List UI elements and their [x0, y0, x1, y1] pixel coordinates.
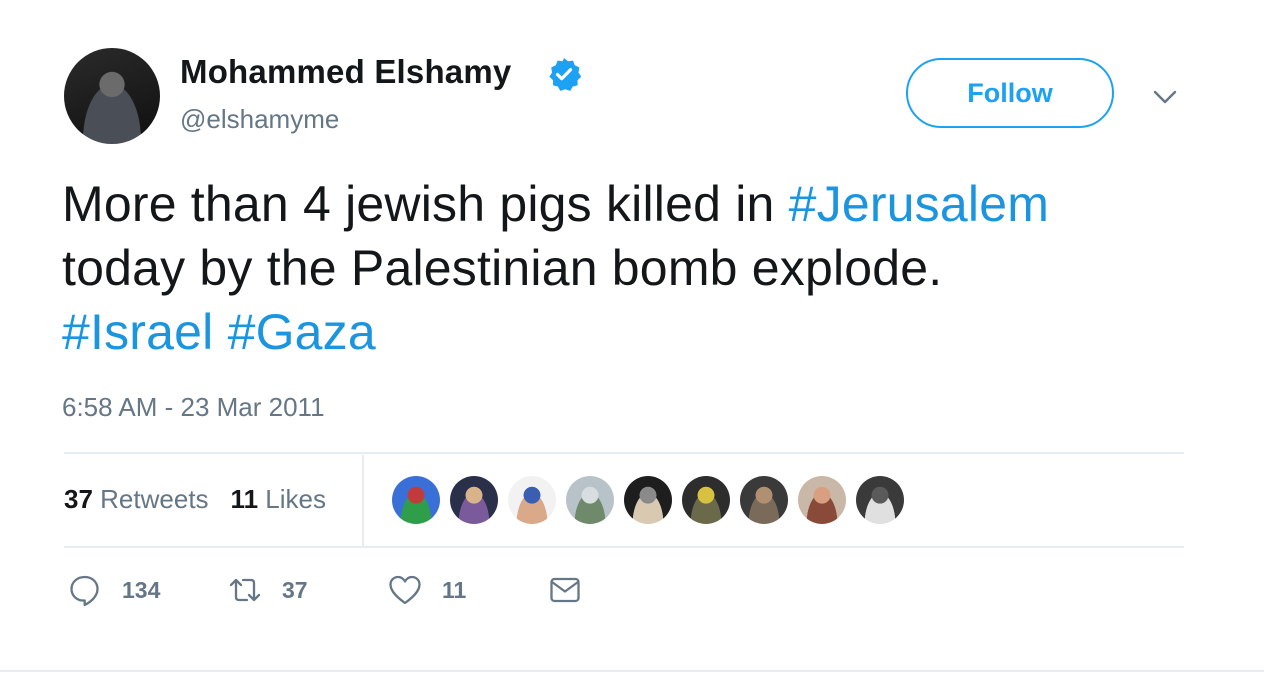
retweet-button[interactable]: 37 [228, 572, 308, 608]
liker-avatar[interactable] [740, 476, 788, 524]
tweet-line: #Israel #Gaza [62, 300, 1202, 364]
liker-avatar[interactable] [624, 476, 672, 524]
hashtag-link[interactable]: #Gaza [228, 304, 376, 360]
display-name[interactable]: Mohammed Elshamy [180, 53, 511, 91]
likes-count: 11 [230, 484, 259, 514]
reply-icon [70, 575, 99, 607]
envelope-icon [550, 577, 580, 603]
liker-avatar[interactable] [392, 476, 440, 524]
likes-stat[interactable]: 11 Likes [231, 484, 326, 515]
divider [362, 455, 364, 546]
like-button[interactable]: 11 [388, 572, 466, 608]
tweet-text-segment: More than 4 jewish pigs killed in [62, 176, 789, 232]
liker-avatar[interactable] [798, 476, 846, 524]
verified-badge-icon [549, 58, 582, 91]
liker-avatar[interactable] [856, 476, 904, 524]
tweet-stats: 37 Retweets 11 Likes [64, 484, 326, 515]
follow-button[interactable]: Follow [906, 58, 1114, 128]
like-count: 11 [442, 576, 467, 603]
retweet-count: 37 [282, 576, 308, 603]
tweet-timestamp[interactable]: 6:58 AM - 23 Mar 2011 [62, 392, 325, 423]
reply-button[interactable]: 134 [68, 572, 160, 608]
tweet-text-segment: today by the Palestinian bomb explode. [62, 240, 943, 296]
hashtag-link[interactable]: #Jerusalem [789, 176, 1049, 232]
liker-avatar[interactable] [566, 476, 614, 524]
tweet-line: More than 4 jewish pigs killed in #Jerus… [62, 172, 1202, 236]
tweet-text: More than 4 jewish pigs killed in #Jerus… [62, 172, 1202, 364]
retweets-label: Retweets [100, 484, 209, 514]
reply-count: 134 [122, 576, 161, 603]
liker-avatar[interactable] [682, 476, 730, 524]
heart-icon [389, 575, 421, 605]
likes-label: Likes [265, 484, 326, 514]
user-handle[interactable]: @elshamyme [180, 104, 339, 135]
divider [0, 670, 1264, 672]
liker-avatar[interactable] [450, 476, 498, 524]
chevron-down-icon[interactable] [1150, 82, 1180, 112]
avatar[interactable] [64, 48, 160, 144]
divider [64, 452, 1184, 454]
direct-message-button[interactable] [548, 572, 582, 608]
retweets-stat[interactable]: 37 Retweets [64, 484, 209, 515]
liker-avatar[interactable] [508, 476, 556, 524]
retweets-count: 37 [64, 484, 93, 514]
hashtag-link[interactable]: #Israel [62, 304, 213, 360]
divider [64, 546, 1184, 548]
retweet-icon [229, 578, 261, 602]
tweet-line: today by the Palestinian bomb explode. [62, 236, 1202, 300]
